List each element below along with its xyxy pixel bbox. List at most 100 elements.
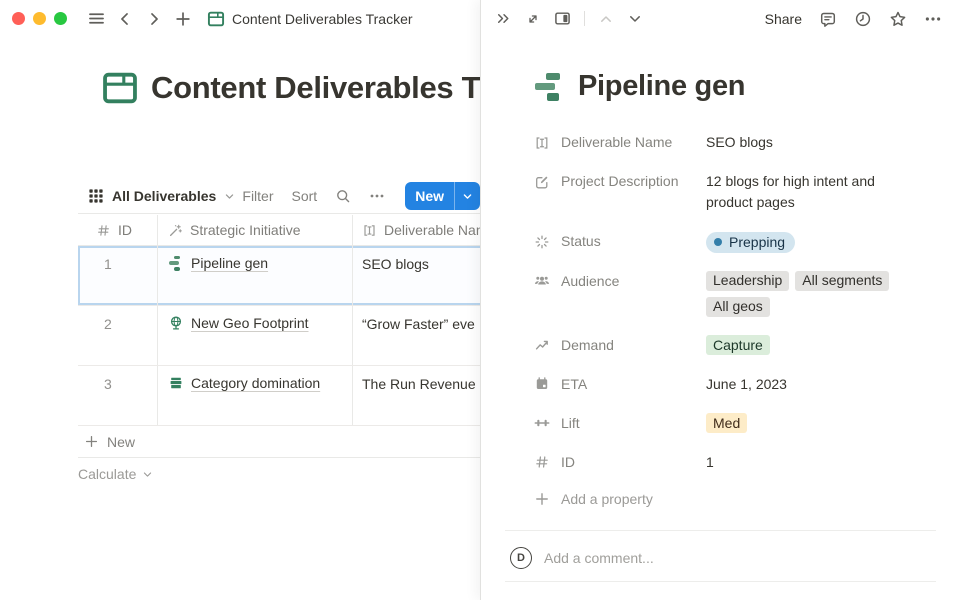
calendar-icon [534,376,550,392]
comment-input[interactable]: Add a comment... [544,550,654,566]
hash-icon [534,454,550,470]
property-label[interactable]: ETA [534,374,706,395]
property-value[interactable]: Capture [706,335,901,356]
favorite-star-icon[interactable] [889,10,907,28]
tag-all-geos[interactable]: All geos [706,297,770,317]
page-emoji-icon [207,10,225,28]
record-link[interactable]: Category domination [191,375,320,391]
toolbar-actions: Filter Sort New [242,182,480,210]
column-label: ID [118,222,132,238]
property-value[interactable]: 1 [706,452,901,473]
nav-forward-button[interactable] [141,6,167,32]
comment-input-row[interactable]: D Add a comment... [510,547,936,569]
cell-id[interactable]: 2 [78,306,158,365]
column-header-initiative[interactable]: Strategic Initiative [158,215,353,245]
property-label[interactable]: Demand [534,335,706,356]
property-value[interactable]: Leadership All segments All geos [706,271,901,317]
property-value[interactable]: SEO blogs [706,132,901,153]
search-icon[interactable] [335,188,351,204]
property-label[interactable]: Lift [534,413,706,434]
status-dot [714,238,722,246]
property-value[interactable]: Prepping [706,231,901,253]
property-label-text: ETA [561,374,587,395]
more-options-icon[interactable] [369,188,385,204]
table-new-row-button[interactable]: New [78,426,480,458]
property-label[interactable]: ID [534,452,706,473]
property-label[interactable]: Project Description [534,171,706,192]
close-peek-icon[interactable] [495,10,512,27]
page-table-icon[interactable] [101,69,139,107]
side-peek-panel: Share Pipeline gen Deliverable Name SEO … [480,0,960,600]
comments-icon[interactable] [819,10,837,28]
property-label[interactable]: Deliverable Name [534,132,706,153]
calculate-button[interactable]: Calculate [78,458,480,490]
property-label-text: Status [561,231,601,252]
property-project-description: Project Description 12 blogs for high in… [534,171,901,213]
property-value[interactable]: June 1, 2023 [706,374,901,395]
filter-button[interactable]: Filter [242,188,273,204]
globe-icon [168,315,184,331]
record-link[interactable]: Pipeline gen [191,255,268,271]
new-record-button[interactable]: New [405,182,480,210]
table-view-grid-icon [88,188,104,204]
updates-history-icon[interactable] [854,10,872,28]
property-value[interactable]: 12 blogs for high intent and product pag… [706,171,901,213]
add-property-button[interactable]: Add a property [534,491,901,507]
breadcrumb-page-title[interactable]: Content Deliverables Tracker [232,11,413,27]
cell-id[interactable]: 3 [78,366,158,425]
tag-leadership[interactable]: Leadership [706,271,789,291]
property-label-text: Project Description [561,171,679,192]
tag-capture[interactable]: Capture [706,335,770,355]
more-options-icon[interactable] [924,10,942,28]
property-id: ID 1 [534,452,901,473]
property-status: Status Prepping [534,231,901,253]
sidebar-menu-button[interactable] [83,6,109,32]
text-property-icon [534,135,550,151]
status-pill[interactable]: Prepping [706,232,795,253]
plus-icon [174,10,192,28]
pipeline-bars-icon[interactable] [533,72,567,102]
pipeline-bars-icon [168,255,184,271]
minimize-window-button[interactable] [33,12,46,25]
tag-all-segments[interactable]: All segments [795,271,889,291]
record-link[interactable]: New Geo Footprint [191,315,309,331]
side-peek-mode-icon[interactable] [554,10,571,27]
view-tab-all-deliverables[interactable]: All Deliverables [88,188,235,204]
cell-initiative[interactable]: Category domination [158,366,353,425]
share-button[interactable]: Share [765,11,802,27]
plus-icon [534,491,550,507]
text-property-icon [362,223,377,238]
traffic-lights [12,12,67,25]
hash-icon [96,223,111,238]
property-label-text: Lift [561,413,580,434]
new-tab-button[interactable] [170,6,196,32]
cell-id[interactable]: 1 [78,246,158,305]
fullscreen-window-button[interactable] [54,12,67,25]
chevron-down-icon [462,191,473,202]
table-page-icon [207,10,225,28]
audience-tags: Leadership All segments All geos [706,271,901,317]
property-label[interactable]: Audience [534,271,706,292]
property-label[interactable]: Status [534,231,706,252]
tag-med[interactable]: Med [706,413,747,433]
sort-button[interactable]: Sort [292,188,318,204]
nav-back-button[interactable] [112,6,138,32]
property-value[interactable]: Med [706,413,901,434]
column-header-id[interactable]: ID [78,215,158,245]
next-record-icon[interactable] [627,11,643,27]
close-window-button[interactable] [12,12,25,25]
cell-initiative[interactable]: Pipeline gen [158,246,353,305]
expand-page-icon[interactable] [525,11,541,27]
new-record-dropdown[interactable] [454,182,480,210]
new-record-button-label[interactable]: New [405,182,454,210]
previous-record-icon[interactable] [598,11,614,27]
property-audience: Audience Leadership All segments All geo… [534,271,901,317]
record-title[interactable]: Pipeline gen [578,70,745,103]
chevron-down-icon [142,469,153,480]
property-eta: ETA June 1, 2023 [534,374,901,395]
column-label: Deliverable Name [384,222,495,238]
wand-icon [168,223,183,238]
cell-initiative[interactable]: New Geo Footprint [158,306,353,365]
view-name: All Deliverables [112,188,216,204]
comments-divider [505,530,936,531]
